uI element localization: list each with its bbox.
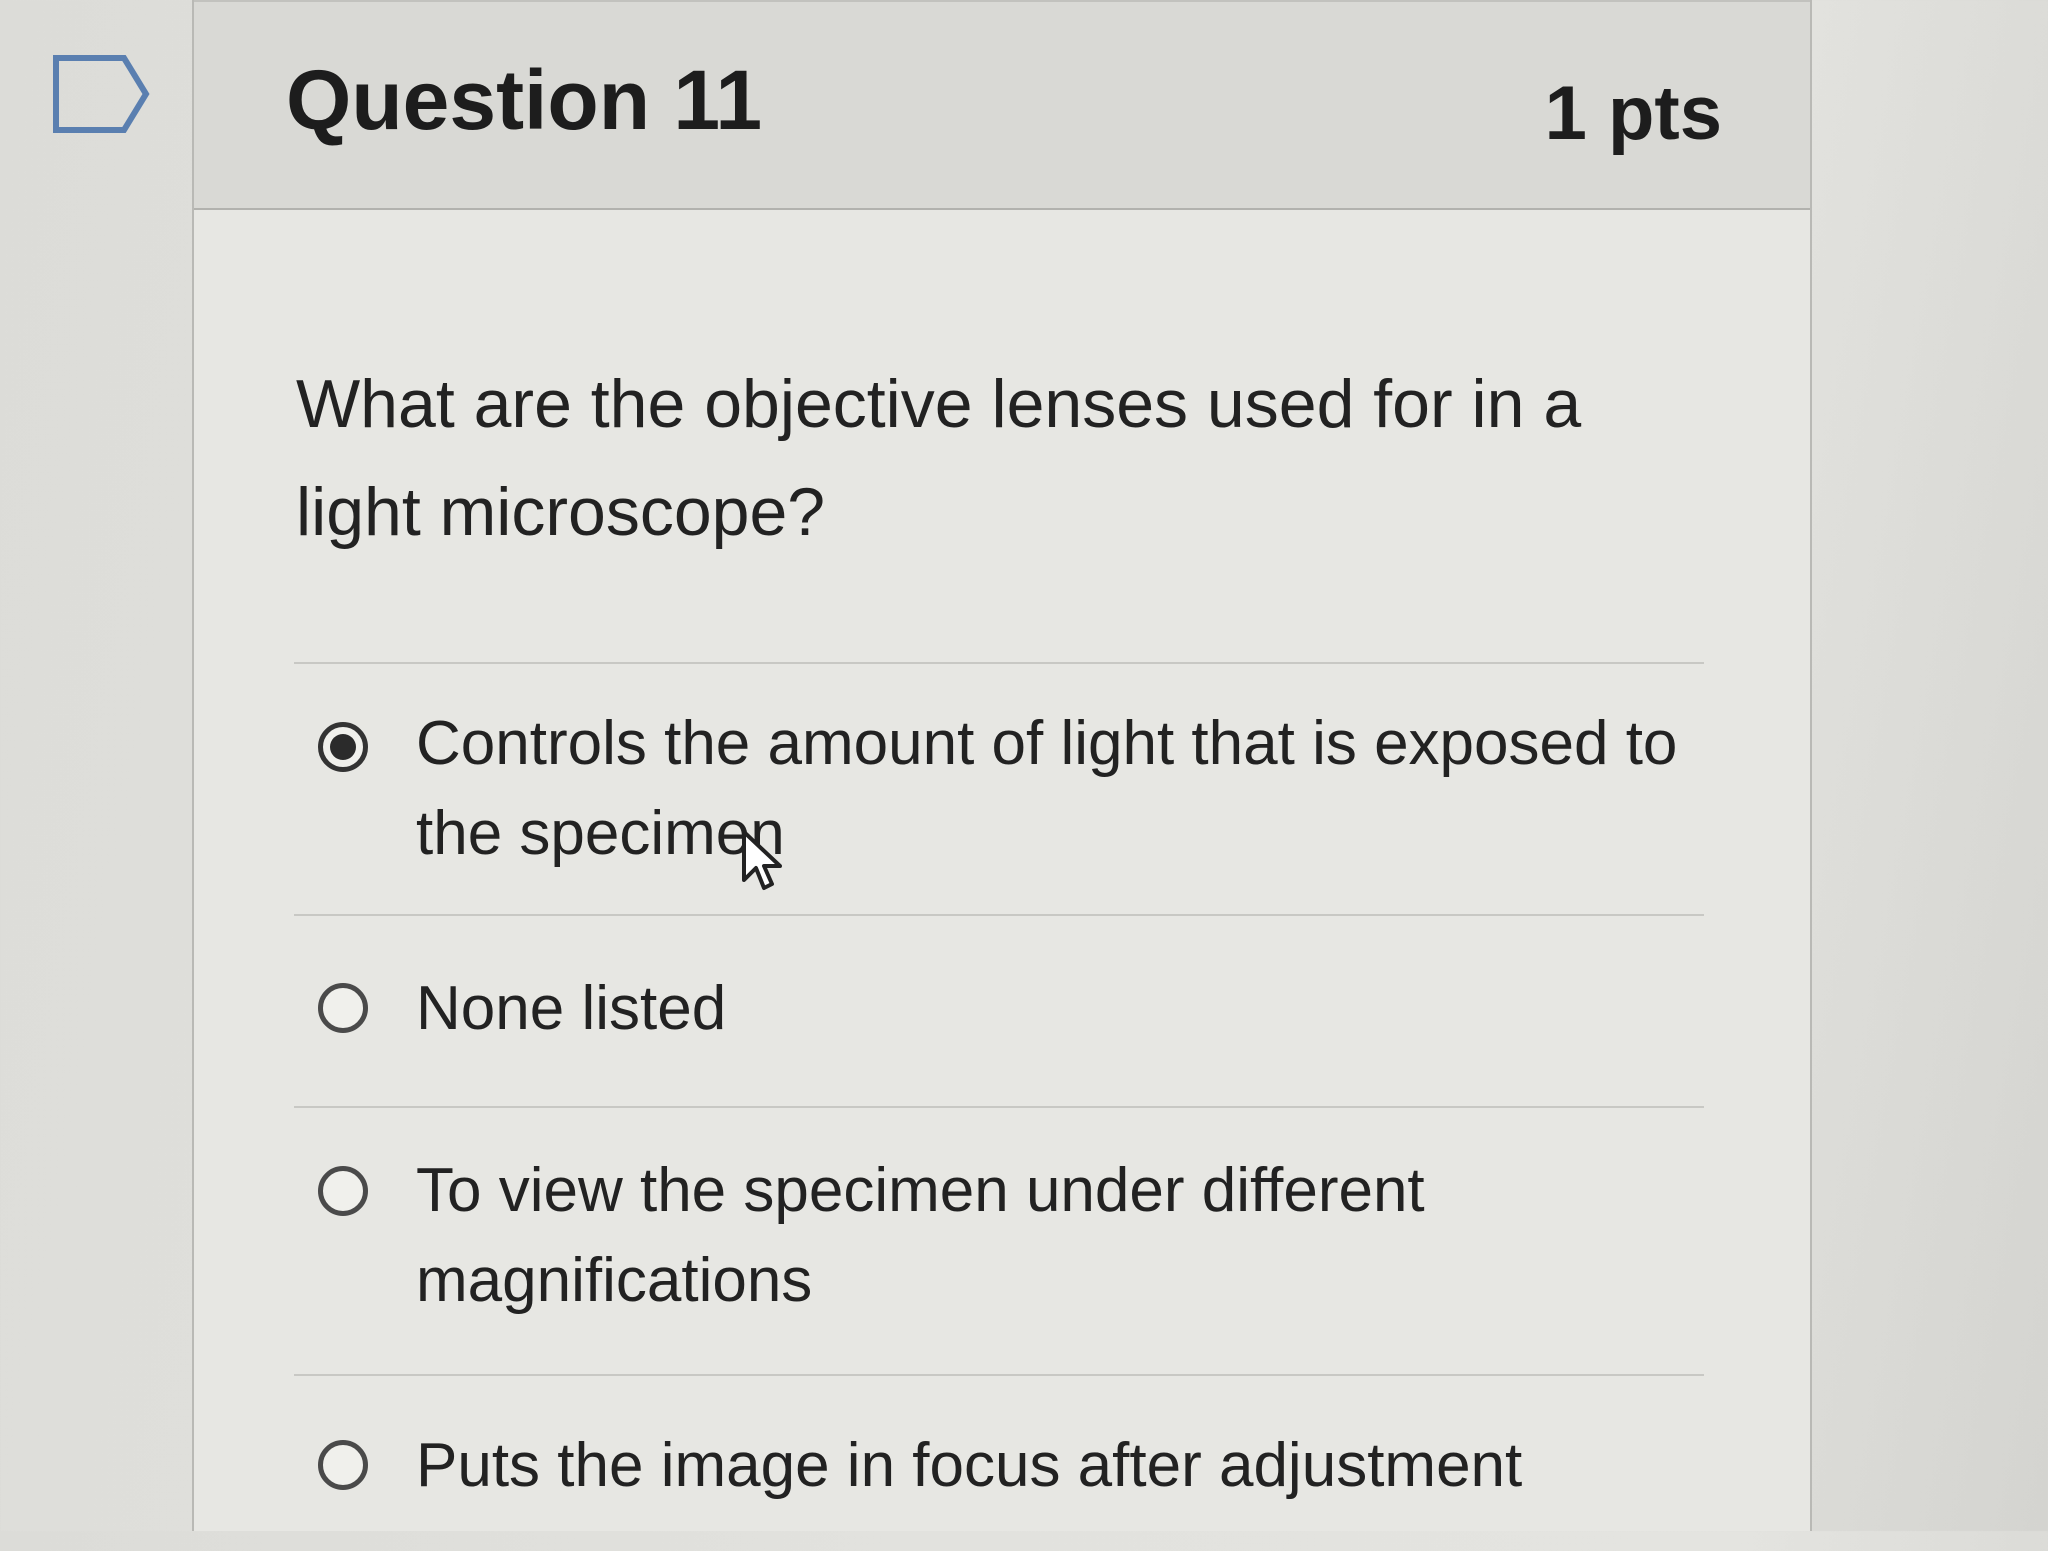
- radio-button[interactable]: [318, 983, 368, 1033]
- answer-label: None listed: [416, 974, 727, 1043]
- answer-option[interactable]: To view the specimen under different mag…: [294, 1108, 1704, 1374]
- mouse-pointer-icon: [742, 830, 782, 890]
- flag-question-icon[interactable]: [52, 54, 152, 134]
- radio-button[interactable]: [318, 1166, 368, 1216]
- question-points: 1 pts: [1544, 71, 1722, 156]
- answer-label: Controls the amount of light that is exp…: [416, 709, 1678, 868]
- radio-button-selected[interactable]: [318, 722, 368, 772]
- question-title: Question 11: [286, 53, 763, 147]
- answer-option[interactable]: Puts the image in focus after adjustment: [294, 1376, 1704, 1551]
- answer-label: Puts the image in focus after adjustment: [416, 1431, 1523, 1500]
- question-header: Question 11 1 pts: [194, 0, 1810, 210]
- question-text: What are the objective lenses used for i…: [296, 366, 1582, 550]
- radio-button[interactable]: [318, 1440, 368, 1490]
- answer-label: To view the specimen under different mag…: [416, 1156, 1425, 1315]
- answer-option[interactable]: None listed: [294, 916, 1704, 1106]
- answer-list: Controls the amount of light that is exp…: [294, 662, 1704, 1551]
- answer-option[interactable]: Controls the amount of light that is exp…: [294, 664, 1704, 914]
- question-card: Question 11 1 pts What are the objective…: [192, 0, 1812, 1531]
